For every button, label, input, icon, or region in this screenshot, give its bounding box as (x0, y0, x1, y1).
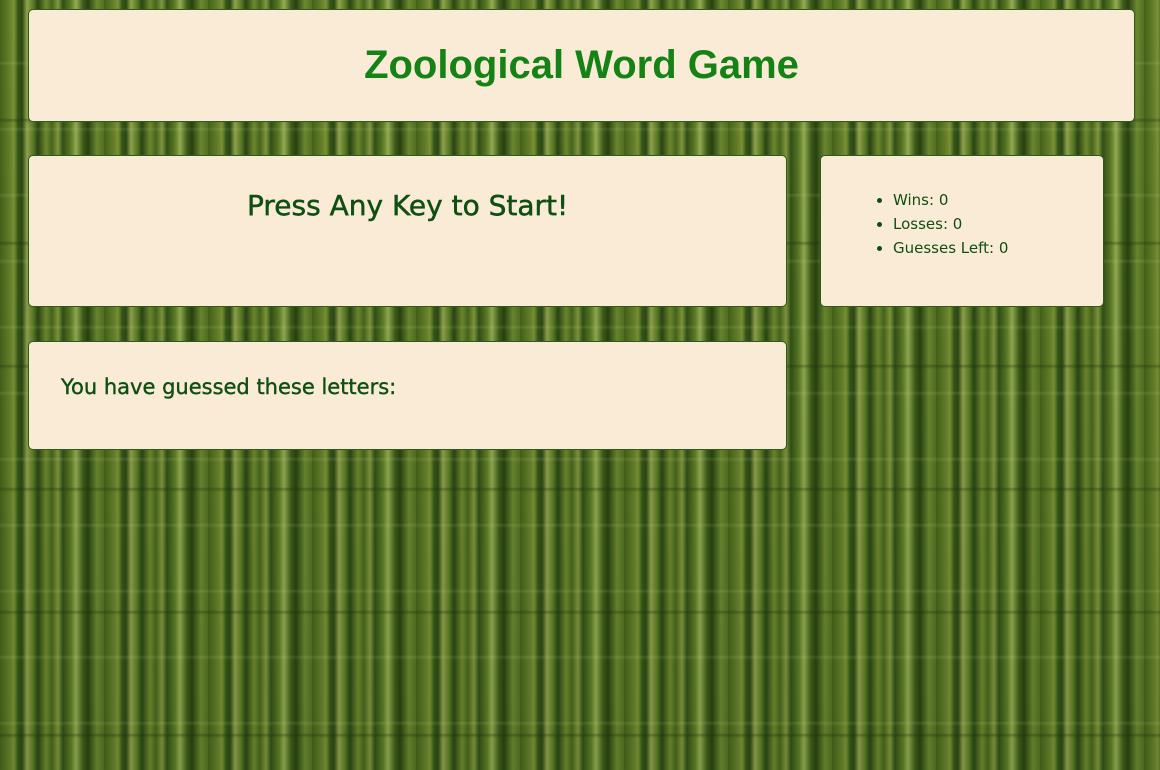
losses-label: Losses: (893, 215, 953, 233)
page-title: Zoological Word Game (364, 43, 799, 87)
guesses-left-label: Guesses Left: (893, 239, 999, 257)
wins-label: Wins: (893, 191, 939, 209)
wins-stat: Wins: 0 (893, 188, 1008, 212)
guessed-letters-panel: You have guessed these letters: (28, 341, 787, 450)
guesses-left-value: 0 (998, 239, 1009, 257)
losses-value: 0 (952, 215, 963, 233)
guesses-left-stat: Guesses Left: 0 (893, 236, 1008, 260)
wins-value: 0 (938, 191, 949, 209)
stats-list: Wins: 0 Losses: 0 Guesses Left: 0 (873, 188, 1008, 260)
losses-stat: Losses: 0 (893, 212, 1008, 236)
header-panel: Zoological Word Game (28, 9, 1135, 122)
guessed-letters-heading: You have guessed these letters: (61, 375, 402, 399)
stats-panel: Wins: 0 Losses: 0 Guesses Left: 0 (820, 155, 1104, 307)
start-prompt: Press Any Key to Start! (247, 189, 569, 223)
game-panel: Press Any Key to Start! (28, 155, 787, 307)
guessed-letters-label: You have guessed these letters: (61, 375, 397, 399)
